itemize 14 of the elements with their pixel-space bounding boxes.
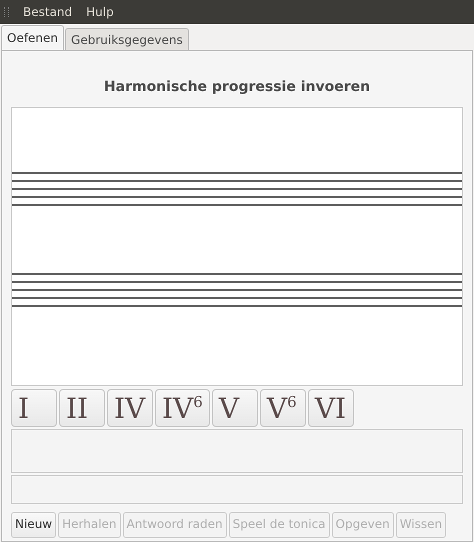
- chord-button[interactable]: VI: [308, 389, 354, 427]
- menu-item[interactable]: Bestand: [23, 5, 72, 19]
- grip-icon: [4, 7, 9, 17]
- menu-item[interactable]: Hulp: [86, 5, 114, 19]
- action-button[interactable]: Nieuw: [11, 512, 56, 538]
- chord-button[interactable]: II: [59, 389, 105, 427]
- tab[interactable]: Oefenen: [1, 25, 64, 50]
- exercise-title: Harmonische progressie invoeren: [102, 78, 372, 97]
- chord-button[interactable]: I: [11, 389, 57, 427]
- chord-button[interactable]: IV$^{6}$: [155, 389, 210, 427]
- tab[interactable]: Gebruiksgegevens: [65, 28, 189, 50]
- chord-button[interactable]: V$^{6}$: [260, 389, 306, 427]
- chord-button[interactable]: V: [212, 389, 258, 427]
- chord-button[interactable]: IV: [107, 389, 153, 427]
